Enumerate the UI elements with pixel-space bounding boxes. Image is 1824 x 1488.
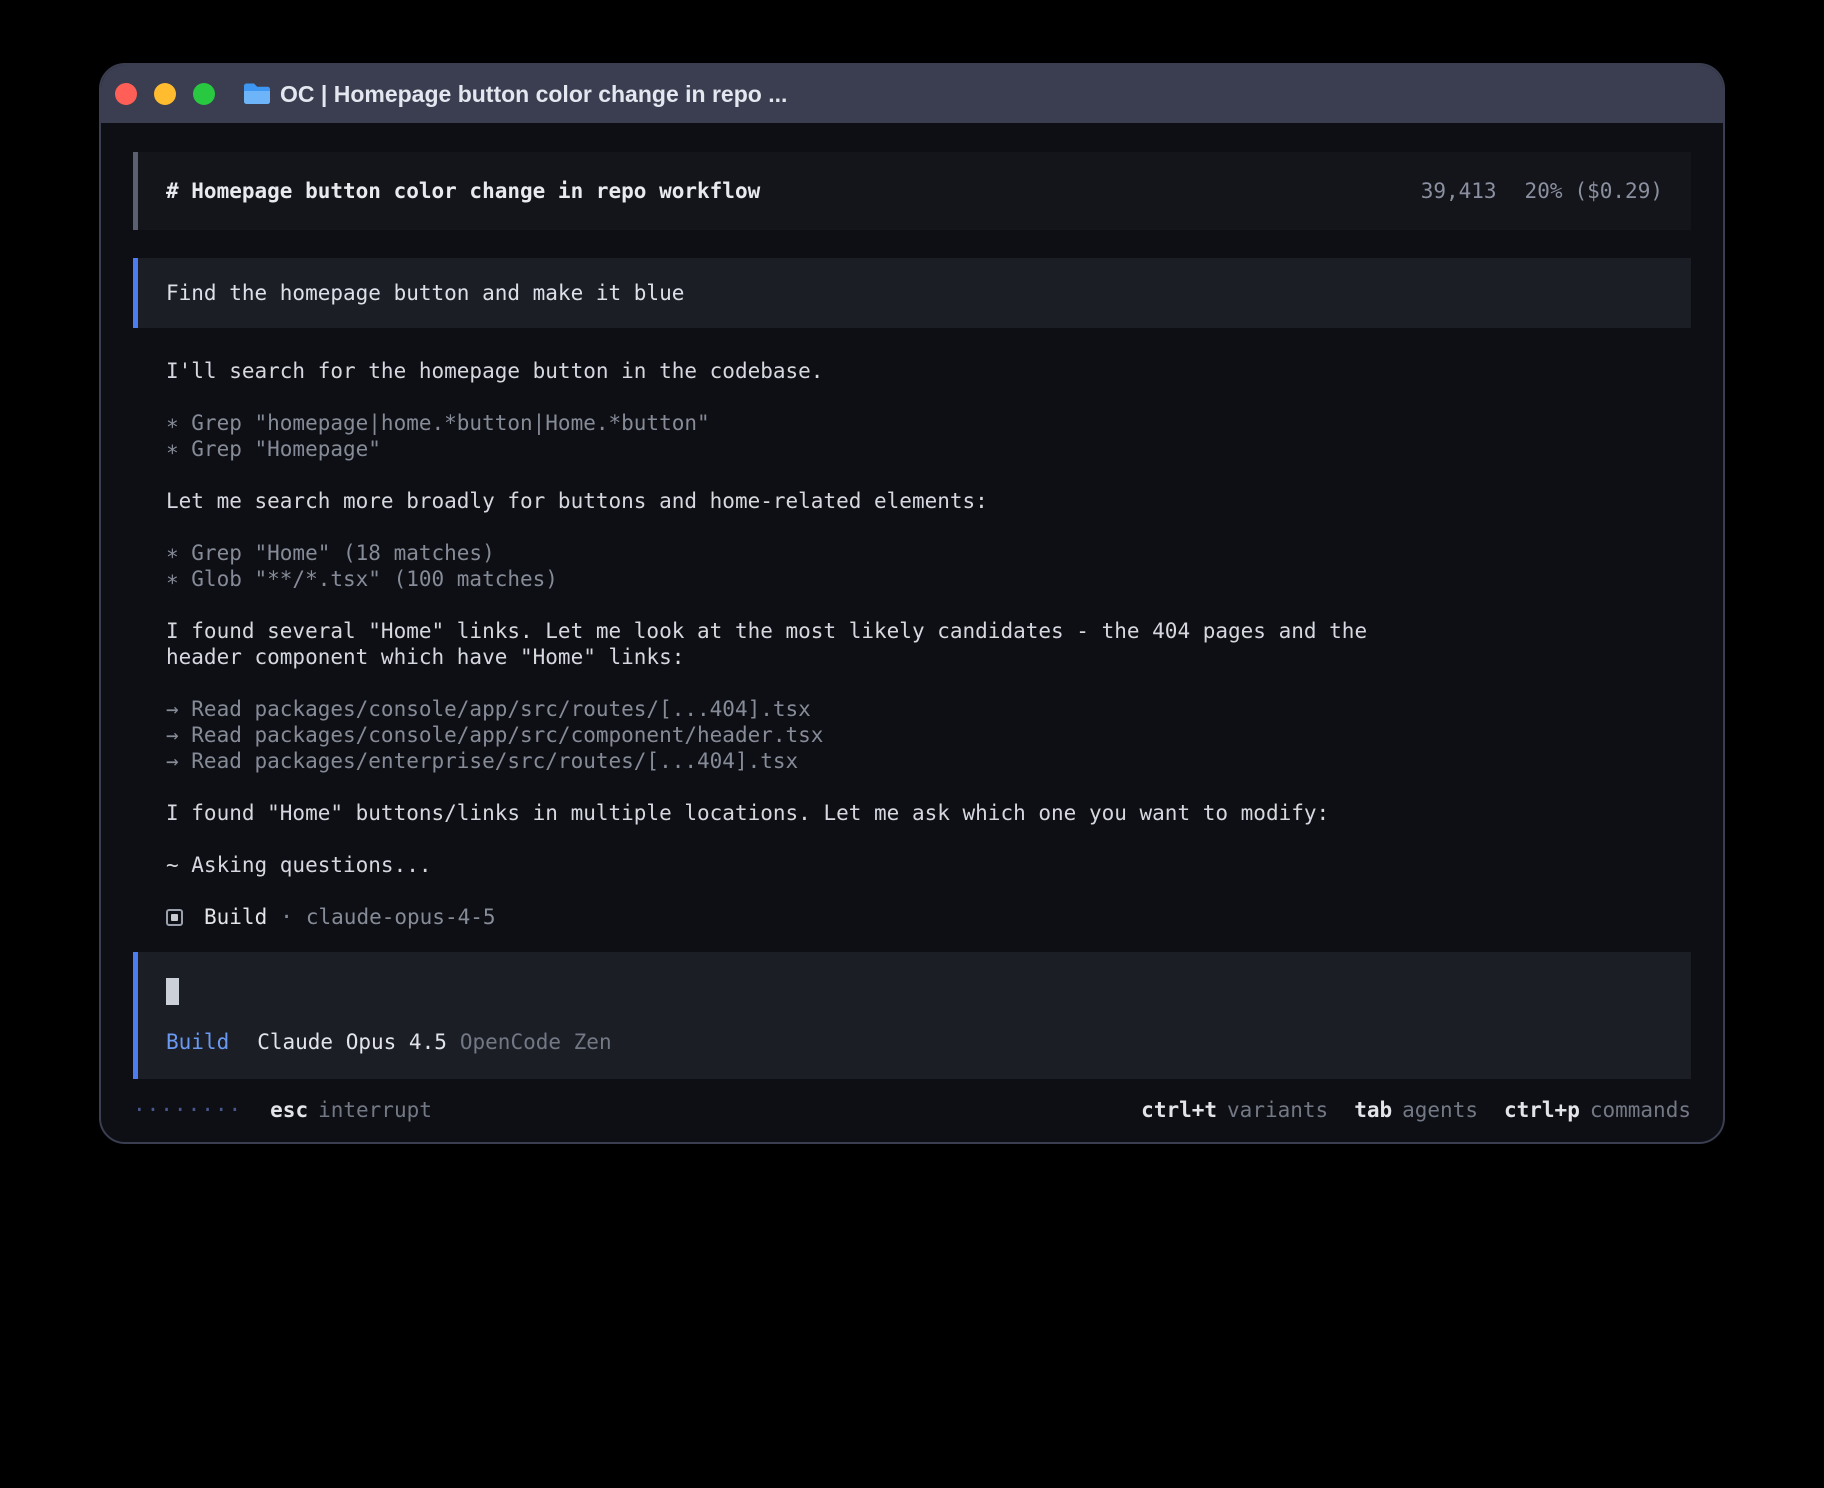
session-header: # Homepage button color change in repo w… bbox=[133, 152, 1691, 230]
zoom-button[interactable] bbox=[193, 83, 215, 105]
user-message: Find the homepage button and make it blu… bbox=[133, 258, 1691, 328]
tool-call-glob: ∗ Glob "**/*.tsx" (100 matches) bbox=[166, 566, 1691, 592]
assistant-text-line: I found several "Home" links. Let me loo… bbox=[166, 618, 1691, 644]
text-cursor bbox=[166, 978, 179, 1005]
spinner-dots: ········ bbox=[133, 1097, 242, 1123]
agent-name: Build bbox=[204, 904, 267, 930]
commands-label: commands bbox=[1590, 1097, 1691, 1123]
transcript: I'll search for the homepage button in t… bbox=[133, 358, 1691, 930]
assistant-text-line: I'll search for the homepage button in t… bbox=[166, 358, 1691, 384]
ctrl-t-key: ctrl+t bbox=[1141, 1097, 1217, 1123]
esc-key: esc bbox=[270, 1097, 308, 1123]
input-provider: OpenCode Zen bbox=[460, 1029, 612, 1055]
status-line: ~ Asking questions... bbox=[166, 852, 1691, 878]
session-stats: 39,413 20% ($0.29) bbox=[1421, 178, 1663, 204]
window-title: OC | Homepage button color change in rep… bbox=[280, 81, 787, 108]
session-title: # Homepage button color change in repo w… bbox=[166, 178, 760, 204]
tool-call-grep: ∗ Grep "Homepage" bbox=[166, 436, 1691, 462]
session-content: # Homepage button color change in repo w… bbox=[101, 123, 1723, 1123]
tool-call-grep: ∗ Grep "homepage|home.*button|Home.*butt… bbox=[166, 410, 1691, 436]
status-bar: ········ esc interrupt ctrl+t variants t… bbox=[133, 1097, 1691, 1123]
input-agent-name: Build bbox=[166, 1029, 229, 1055]
session-cost: ($0.29) bbox=[1574, 178, 1663, 204]
input-model-name: Claude Opus 4.5 bbox=[257, 1029, 447, 1055]
agent-icon bbox=[166, 909, 183, 926]
context-percent: 20% bbox=[1525, 178, 1563, 204]
close-button[interactable] bbox=[115, 83, 137, 105]
agent-status-row: Build · claude-opus-4-5 bbox=[166, 904, 1691, 930]
titlebar[interactable]: OC | Homepage button color change in rep… bbox=[101, 65, 1723, 123]
separator-dot: · bbox=[280, 904, 293, 930]
minimize-button[interactable] bbox=[154, 83, 176, 105]
window-controls bbox=[115, 83, 215, 105]
file-read-line: → Read packages/enterprise/src/routes/[.… bbox=[166, 748, 1691, 774]
input-status-row: Build Claude Opus 4.5 OpenCode Zen bbox=[166, 1029, 1663, 1055]
variants-label: variants bbox=[1227, 1097, 1328, 1123]
ctrl-p-key: ctrl+p bbox=[1504, 1097, 1580, 1123]
shortcut-agents: tab agents bbox=[1354, 1097, 1478, 1123]
shortcut-commands: ctrl+p commands bbox=[1504, 1097, 1691, 1123]
user-message-text: Find the homepage button and make it blu… bbox=[166, 281, 684, 305]
shortcut-interrupt: esc interrupt bbox=[270, 1097, 432, 1123]
agents-label: agents bbox=[1402, 1097, 1478, 1123]
esc-label: interrupt bbox=[318, 1097, 432, 1123]
terminal-window: OC | Homepage button color change in rep… bbox=[99, 63, 1725, 1144]
agent-model: claude-opus-4-5 bbox=[306, 904, 496, 930]
prompt-input[interactable]: Build Claude Opus 4.5 OpenCode Zen bbox=[133, 952, 1691, 1079]
assistant-text-line: I found "Home" buttons/links in multiple… bbox=[166, 800, 1691, 826]
assistant-text-line: Let me search more broadly for buttons a… bbox=[166, 488, 1691, 514]
assistant-text-line: header component which have "Home" links… bbox=[166, 644, 1691, 670]
folder-icon bbox=[242, 82, 272, 106]
shortcut-variants: ctrl+t variants bbox=[1141, 1097, 1328, 1123]
file-read-line: → Read packages/console/app/src/routes/[… bbox=[166, 696, 1691, 722]
token-count: 39,413 bbox=[1421, 178, 1497, 204]
file-read-line: → Read packages/console/app/src/componen… bbox=[166, 722, 1691, 748]
tab-key: tab bbox=[1354, 1097, 1392, 1123]
tool-call-grep: ∗ Grep "Home" (18 matches) bbox=[166, 540, 1691, 566]
